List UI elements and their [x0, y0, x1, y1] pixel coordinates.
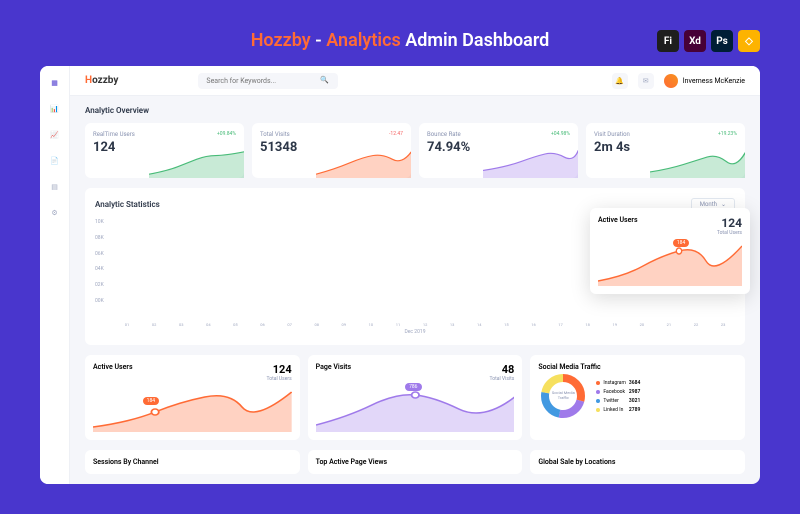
- topbar: Hozzby 🔍 🔔 ✉ Inverness McKenzie: [70, 66, 760, 96]
- nav-document-icon[interactable]: 📄: [48, 154, 62, 168]
- area-chart-icon: [316, 387, 515, 432]
- point-label: 184: [143, 397, 159, 405]
- chevron-down-icon: ⌄: [721, 201, 726, 208]
- y-axis: 10K08K06K04K02K00K: [95, 219, 104, 304]
- legend: Instagram3684 Facebook2987 Twitter3021 L…: [596, 380, 640, 413]
- tool-icons: Fi Xd Ps ◇: [657, 30, 760, 52]
- sidebar: ▦ 📊 📈 📄 ▤ ⚙: [40, 66, 70, 484]
- stat-total-visits[interactable]: Total Visits -12.47 51348: [252, 123, 411, 178]
- promo-sub: Admin Dashboard: [401, 30, 550, 51]
- stat-realtime-users[interactable]: RealTime Users +09.84% 124: [85, 123, 244, 178]
- point-label: 786: [405, 383, 421, 391]
- stat-bounce-rate[interactable]: Bounce Rate +04.98% 74.94%: [419, 123, 578, 178]
- promo-dash: -: [311, 30, 327, 51]
- ps-icon: Ps: [711, 30, 733, 52]
- promo-brand: Hozzby: [251, 30, 311, 51]
- search-box[interactable]: 🔍: [198, 73, 338, 89]
- global-sale-card[interactable]: Global Sale by Locations: [530, 450, 745, 474]
- search-icon[interactable]: 🔍: [320, 76, 330, 86]
- nav-dashboard-icon[interactable]: ▦: [48, 76, 62, 90]
- avatar: [664, 74, 678, 88]
- sketch-icon: ◇: [738, 30, 760, 52]
- card-title: Active Users: [93, 363, 133, 371]
- statistics-title: Analytic Statistics: [95, 200, 160, 209]
- active-users-card[interactable]: Active Users 124Total Users 184: [85, 355, 300, 440]
- sparkline-icon: [650, 148, 745, 178]
- point-label: 184: [673, 239, 689, 247]
- stat-visit-duration[interactable]: Visit Duration +19.23% 2m 4s: [586, 123, 745, 178]
- nav-analytics-icon[interactable]: 📊: [48, 102, 62, 116]
- nav-settings-icon[interactable]: ⚙: [48, 206, 62, 220]
- sessions-card[interactable]: Sessions By Channel: [85, 450, 300, 474]
- sparkline-icon: [316, 148, 411, 178]
- figma-icon: Fi: [657, 30, 679, 52]
- overview-title: Analytic Overview: [85, 106, 745, 115]
- sparkline-icon: [483, 148, 578, 178]
- donut-chart: Social Media Traffic: [538, 371, 588, 421]
- popup-value: 124: [717, 216, 742, 230]
- statistics-card: Analytic Statistics Month⌄ 10K08K06K04K0…: [85, 188, 745, 345]
- user-name: Inverness McKenzie: [683, 77, 745, 85]
- social-traffic-card[interactable]: Social Media Traffic Social Media Traffi…: [530, 355, 745, 440]
- page-visits-card[interactable]: Page Visits 48Total Visits 786: [308, 355, 523, 440]
- active-users-popup: Active Users 124 Total Users 184: [590, 208, 750, 294]
- area-chart-icon: [598, 241, 742, 286]
- donut-center-label: Social Media Traffic: [551, 391, 576, 401]
- sparkline-icon: [149, 148, 244, 178]
- card-title: Page Visits: [316, 363, 351, 371]
- stats-row: RealTime Users +09.84% 124 Total Visits …: [85, 123, 745, 178]
- nav-calendar-icon[interactable]: ▤: [48, 180, 62, 194]
- card-title: Social Media Traffic: [538, 363, 600, 371]
- popup-title: Active Users: [598, 216, 638, 224]
- top-pages-card[interactable]: Top Active Page Views: [308, 450, 523, 474]
- app-window: ▦ 📊 📈 📄 ▤ ⚙ Hozzby 🔍 🔔 ✉ Inverness McKen…: [40, 66, 760, 484]
- area-chart-icon: [93, 387, 292, 432]
- promo-header: Hozzby - Analytics Admin Dashboard Fi Xd…: [40, 30, 760, 51]
- search-input[interactable]: [206, 77, 320, 85]
- popup-sub: Total Users: [717, 230, 742, 236]
- promo-analytics: Analytics: [326, 30, 401, 51]
- xd-icon: Xd: [684, 30, 706, 52]
- message-icon[interactable]: ✉: [638, 73, 654, 89]
- notification-icon[interactable]: 🔔: [612, 73, 628, 89]
- nav-chart-icon[interactable]: 📈: [48, 128, 62, 142]
- logo[interactable]: Hozzby: [85, 75, 118, 86]
- user-menu[interactable]: Inverness McKenzie: [664, 74, 745, 88]
- x-axis-label: Dec 2019: [95, 329, 735, 335]
